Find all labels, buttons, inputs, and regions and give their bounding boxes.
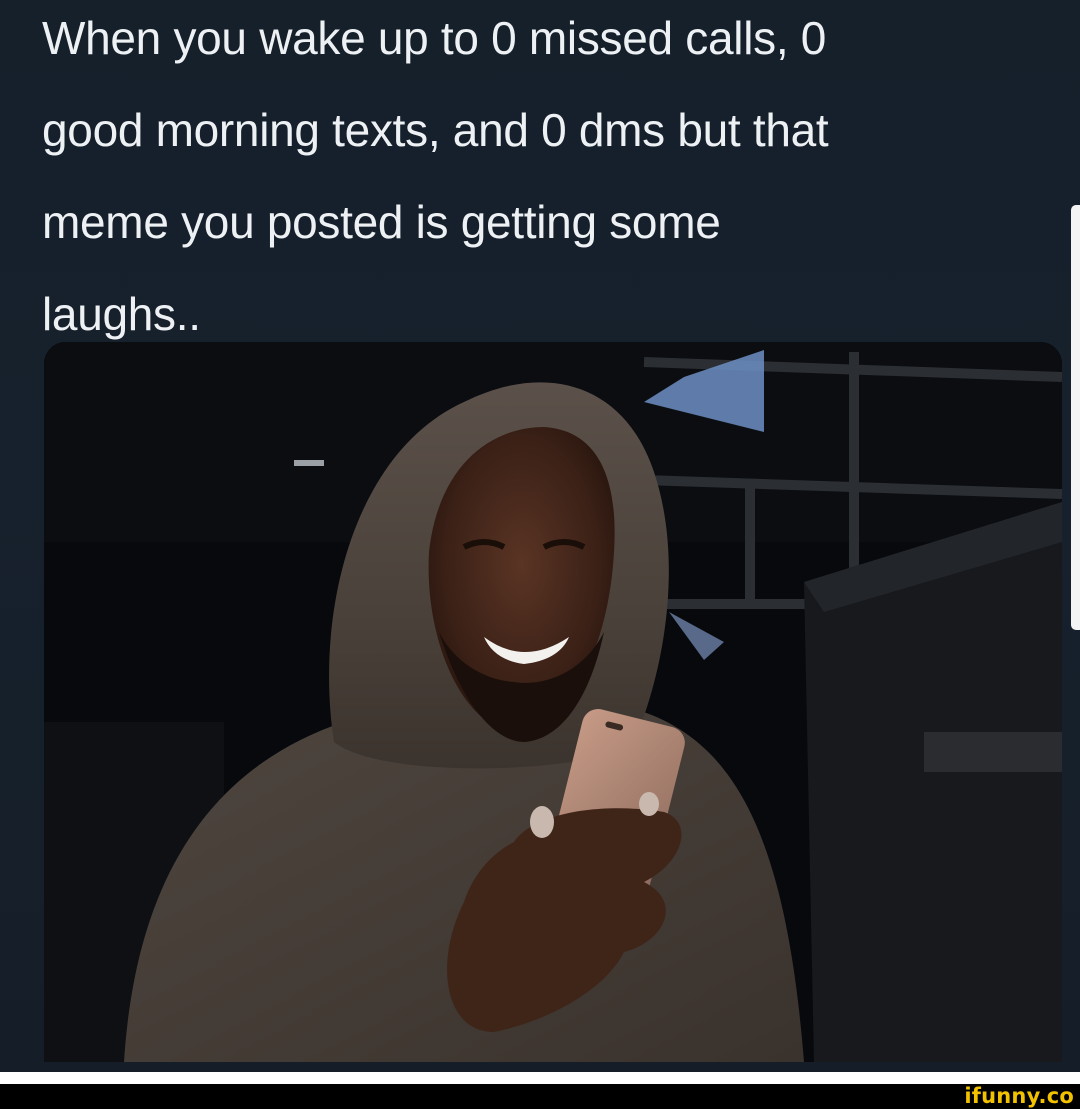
caption-line-2: good morning texts, and 0 dms but that [42, 104, 829, 156]
caption-line-4: laughs.. [42, 288, 201, 340]
meme-caption: When you wake up to 0 missed calls, 0 go… [42, 0, 1042, 360]
caption-line-3: meme you posted is getting some [42, 196, 721, 248]
bottom-divider [0, 1072, 1080, 1084]
tweet-panel: When you wake up to 0 missed calls, 0 go… [0, 0, 1080, 1072]
caption-line-1: When you wake up to 0 missed calls, 0 [42, 12, 827, 64]
scrollbar[interactable] [1071, 205, 1080, 630]
meme-photo [44, 342, 1062, 1062]
meme-page: When you wake up to 0 missed calls, 0 go… [0, 0, 1080, 1109]
watermark-bar [0, 1084, 1080, 1109]
ifunny-watermark: ifunny.co [964, 1084, 1074, 1108]
photo-illustration [44, 342, 1062, 1062]
